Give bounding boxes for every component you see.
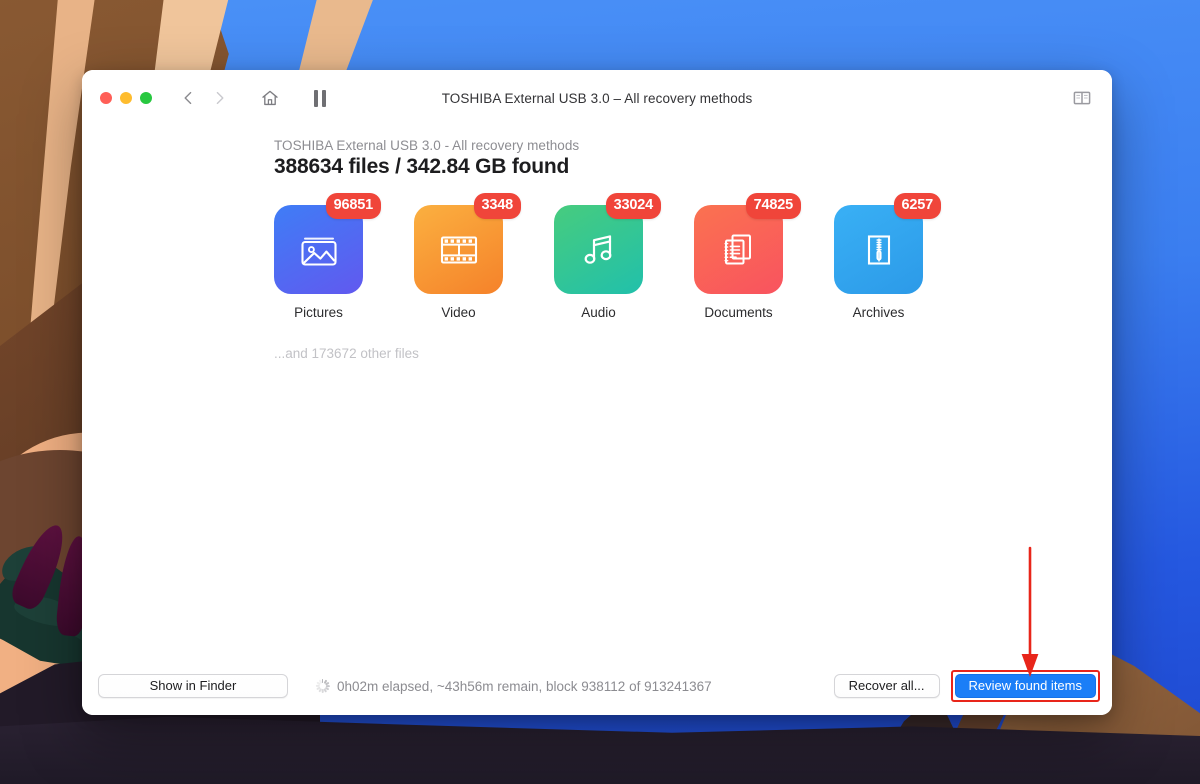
minimize-window-button[interactable]	[120, 92, 132, 104]
bottom-bar-actions: Recover all... Review found items	[833, 670, 1101, 702]
category-count-badge: 33024	[605, 193, 661, 219]
category-count-badge: 96851	[325, 193, 381, 219]
photo-icon	[300, 237, 337, 266]
category-documents[interactable]: 74825 Documents	[694, 193, 801, 320]
titlebar-right-controls	[1068, 84, 1096, 112]
home-button[interactable]	[256, 84, 284, 112]
pause-icon	[314, 89, 326, 107]
category-count-badge: 3348	[473, 193, 521, 219]
category-label: Pictures	[294, 305, 343, 320]
window-titlebar: TOSHIBA External USB 3.0 – All recovery …	[82, 70, 1112, 126]
navigation-buttons	[174, 84, 234, 112]
category-archives[interactable]: 6257 Archives	[834, 193, 941, 320]
forward-button[interactable]	[206, 84, 234, 112]
down-arrow-annotation	[1021, 546, 1039, 677]
scan-summary-panel: TOSHIBA External USB 3.0 - All recovery …	[82, 126, 1112, 361]
chevron-right-icon	[216, 91, 224, 105]
show-in-finder-button[interactable]: Show in Finder	[98, 674, 288, 698]
category-count-badge: 74825	[745, 193, 801, 219]
scan-results-headline: 388634 files / 342.84 GB found	[274, 155, 570, 178]
zip-icon	[867, 234, 890, 265]
window-bottom-bar: Show in Finder 0h02m elapsed, ~43h56m re…	[82, 657, 1112, 715]
home-icon	[262, 90, 278, 106]
traffic-lights	[100, 92, 152, 104]
window-content: TOSHIBA External USB 3.0 - All recovery …	[82, 126, 1112, 657]
category-label: Video	[441, 305, 476, 320]
spinner-icon	[315, 679, 330, 694]
category-count-badge: 6257	[893, 193, 941, 219]
category-pictures[interactable]: 96851 Pictures	[274, 193, 381, 320]
recover-all-button[interactable]: Recover all...	[833, 674, 940, 698]
category-label: Audio	[581, 305, 616, 320]
progress-text: 0h02m elapsed, ~43h56m remain, block 938…	[337, 678, 712, 694]
close-window-button[interactable]	[100, 92, 112, 104]
category-label: Documents	[704, 305, 773, 320]
category-label: Archives	[852, 305, 905, 320]
back-button[interactable]	[174, 84, 202, 112]
category-video[interactable]: 3348 Video	[414, 193, 521, 320]
chevron-left-icon	[184, 91, 192, 105]
app-window: TOSHIBA External USB 3.0 – All recovery …	[82, 70, 1112, 715]
book-sidebar-icon	[1073, 91, 1091, 105]
scan-source-subtitle: TOSHIBA External USB 3.0 - All recovery …	[274, 138, 580, 153]
music-note-icon	[584, 234, 611, 264]
file-category-list: 96851 Pictures 3348 Video 33024 Audio 74…	[274, 193, 1112, 320]
window-title: TOSHIBA External USB 3.0 – All recovery …	[441, 90, 753, 106]
maximize-window-button[interactable]	[140, 92, 152, 104]
scan-progress-status: 0h02m elapsed, ~43h56m remain, block 938…	[315, 679, 712, 694]
pause-scan-button[interactable]	[306, 84, 334, 112]
toggle-sidebar-button[interactable]	[1068, 84, 1096, 112]
documents-icon	[723, 234, 751, 264]
category-audio[interactable]: 33024 Audio	[554, 193, 661, 320]
other-files-note: ...and 173672 other files	[274, 346, 419, 361]
film-icon	[440, 235, 477, 264]
